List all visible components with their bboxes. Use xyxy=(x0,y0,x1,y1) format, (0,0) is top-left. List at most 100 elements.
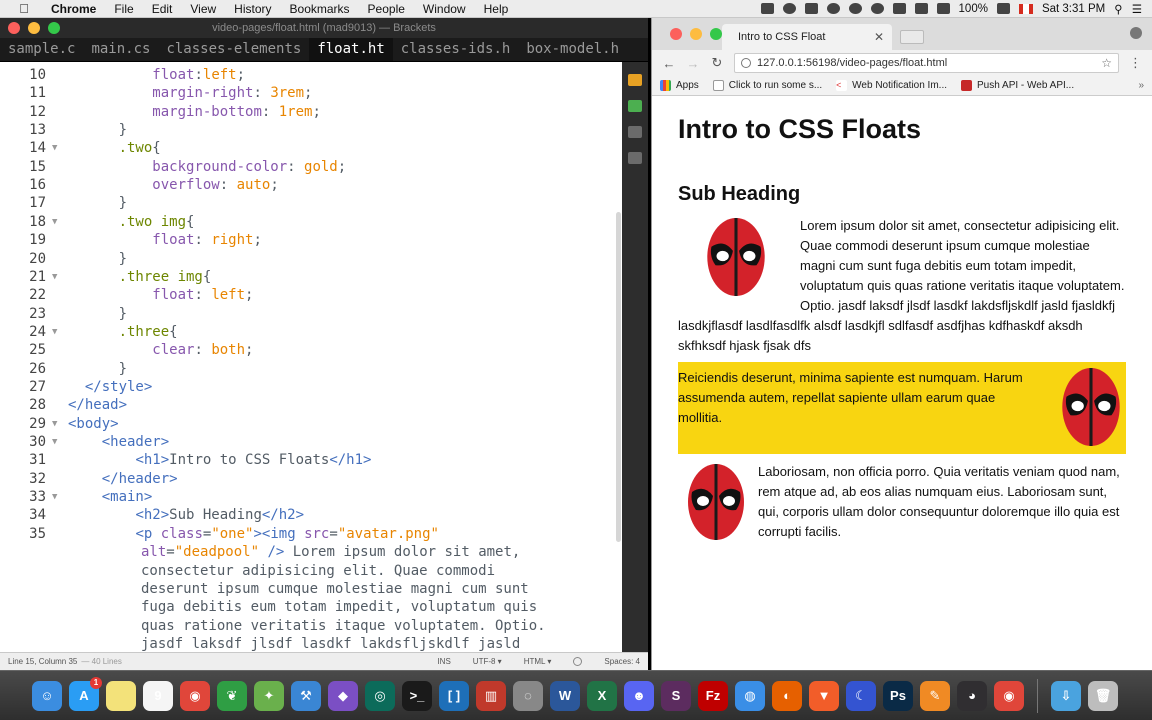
editor-tab[interactable]: main.cs xyxy=(83,38,158,61)
editor-tab[interactable]: sample.c xyxy=(0,38,83,61)
chrome-zoom-button[interactable] xyxy=(710,28,722,40)
fold-arrow-icon[interactable]: ▼ xyxy=(52,139,57,157)
chrome-minimize-button[interactable] xyxy=(690,28,702,40)
finder-status-icon[interactable] xyxy=(804,3,818,14)
git-icon[interactable] xyxy=(628,126,642,138)
indent-setting[interactable]: Spaces: 4 xyxy=(604,657,640,666)
bookmark-push-api[interactable]: Push API - Web API... xyxy=(961,80,1074,91)
code-line[interactable]: 26 } xyxy=(0,360,622,378)
back-icon[interactable]: ← xyxy=(662,56,676,71)
volume-icon[interactable] xyxy=(936,3,950,14)
code-line[interactable]: 22 float: left; xyxy=(0,286,622,304)
fold-arrow-icon[interactable]: ▼ xyxy=(52,415,57,433)
bookmarks-overflow-icon[interactable]: » xyxy=(1138,80,1144,91)
minimize-window-button[interactable] xyxy=(28,22,40,34)
language-select[interactable]: HTML ▾ xyxy=(524,657,552,666)
menu-bookmarks[interactable]: Bookmarks xyxy=(281,2,359,16)
extension-manager-icon[interactable] xyxy=(628,152,642,164)
chrome-close-button[interactable] xyxy=(670,28,682,40)
code-line[interactable]: 15 background-color: gold; xyxy=(0,158,622,176)
trash-icon[interactable]: 🗑 xyxy=(1088,680,1118,711)
safari-icon[interactable]: ◍ xyxy=(735,680,765,711)
menu-edit[interactable]: Edit xyxy=(143,2,182,16)
wrapped-code-line[interactable]: alt="deadpool" /> Lorem ipsum dolor sit … xyxy=(141,543,611,652)
photoshop-icon[interactable]: Ps xyxy=(883,680,913,711)
brackets-icon[interactable]: [ ] xyxy=(439,680,469,711)
close-window-button[interactable] xyxy=(8,22,20,34)
code-line[interactable]: 27 </style> xyxy=(0,378,622,396)
code-line[interactable]: 32 </header> xyxy=(0,470,622,488)
fold-arrow-icon[interactable]: ▼ xyxy=(52,213,57,231)
clock[interactable]: Sat 3:31 PM xyxy=(1042,3,1105,15)
code-line[interactable]: 14 ▼ .two{ xyxy=(0,139,622,157)
sequel-icon[interactable]: ◌ xyxy=(513,680,543,711)
reload-icon[interactable]: ↻ xyxy=(710,55,724,71)
sync-icon[interactable] xyxy=(782,3,796,14)
code-line[interactable]: 12 margin-bottom: 1rem; xyxy=(0,103,622,121)
extension-icon[interactable] xyxy=(628,100,642,112)
code-line[interactable]: 34 <h2>Sub Heading</h2> xyxy=(0,506,622,524)
app-store-icon[interactable]: A1 xyxy=(69,676,102,711)
code-line[interactable]: 30 ▼ <header> xyxy=(0,433,622,451)
chrome-dev-icon[interactable]: ◉ xyxy=(994,680,1024,711)
editor-tab[interactable]: classes-elements xyxy=(158,38,309,61)
insert-mode[interactable]: INS xyxy=(437,657,450,666)
books-icon[interactable]: ▥ xyxy=(476,680,506,711)
forward-icon[interactable]: → xyxy=(686,56,700,71)
terminal-icon[interactable]: >_ xyxy=(402,680,432,711)
menu-help[interactable]: Help xyxy=(475,2,518,16)
editor-tab[interactable]: classes-ids.h xyxy=(393,38,519,61)
address-bar[interactable]: 127.0.0.1:56198/video-pages/float.html ☆ xyxy=(734,53,1119,73)
site-info-icon[interactable] xyxy=(741,58,751,68)
menu-view[interactable]: View xyxy=(181,2,225,16)
slack-icon[interactable]: S xyxy=(661,680,691,711)
code-line[interactable]: 25 clear: both; xyxy=(0,341,622,359)
editor-tab[interactable]: float.ht xyxy=(309,38,393,61)
leaf-icon[interactable]: ❦ xyxy=(217,680,247,711)
fold-arrow-icon[interactable]: ▼ xyxy=(52,323,57,341)
wifi-icon[interactable] xyxy=(892,3,906,14)
profile-icon[interactable] xyxy=(1130,27,1142,39)
pen-icon[interactable]: ✎ xyxy=(920,680,950,711)
code-line[interactable]: 20 } xyxy=(0,250,622,268)
close-tab-icon[interactable]: ✕ xyxy=(874,30,884,44)
browser-tab[interactable]: Intro to CSS Float ✕ xyxy=(722,24,892,50)
discord-icon[interactable]: ☻ xyxy=(624,680,654,711)
code-line[interactable]: 19 float: right; xyxy=(0,231,622,249)
xcode-icon[interactable]: ⚒ xyxy=(291,680,321,711)
fold-arrow-icon[interactable]: ▼ xyxy=(52,433,57,451)
bookmark-web-notification[interactable]: < Web Notification Im... xyxy=(836,80,947,91)
battery-percent[interactable]: 100% xyxy=(959,3,988,15)
linter-status-icon[interactable] xyxy=(573,657,583,666)
battery-icon[interactable] xyxy=(996,3,1010,14)
sourcetree-icon[interactable]: ✦ xyxy=(254,680,284,711)
fold-arrow-icon[interactable]: ▼ xyxy=(52,488,57,506)
firefox-icon[interactable]: ◐ xyxy=(772,680,802,711)
new-tab-button[interactable] xyxy=(900,30,924,44)
brave-icon[interactable]: ▼ xyxy=(809,680,839,711)
downloads-icon[interactable]: ⇩ xyxy=(1051,680,1081,711)
notification-center-icon[interactable]: ☰ xyxy=(1132,2,1142,16)
menu-window[interactable]: Window xyxy=(414,2,475,16)
menu-people[interactable]: People xyxy=(359,2,414,16)
code-line[interactable]: 18 ▼ .two img{ xyxy=(0,213,622,231)
airplay-icon[interactable] xyxy=(914,3,928,14)
code-editor[interactable]: 10 float:left; 11 margin-right: 3rem; 12 m… xyxy=(0,62,622,652)
code-line[interactable]: 13 } xyxy=(0,121,622,139)
menu-chrome[interactable]: Chrome xyxy=(42,2,105,16)
code-line[interactable]: 28 </head> xyxy=(0,396,622,414)
code-line[interactable]: 11 margin-right: 3rem; xyxy=(0,84,622,102)
code-line[interactable]: 24 ▼ .three{ xyxy=(0,323,622,341)
screen-icon[interactable] xyxy=(760,3,774,14)
word-icon[interactable]: W xyxy=(550,680,580,711)
bookmark-run-some[interactable]: Click to run some s... xyxy=(712,80,822,91)
input-source-icon[interactable] xyxy=(1018,3,1033,14)
excel-icon[interactable]: X xyxy=(587,680,617,711)
bluetooth-icon[interactable] xyxy=(870,3,884,14)
notes-icon[interactable] xyxy=(106,680,136,711)
live-preview-icon[interactable] xyxy=(628,74,642,86)
menu-file[interactable]: File xyxy=(105,2,142,16)
code-line[interactable]: 16 overflow: auto; xyxy=(0,176,622,194)
code-line[interactable]: 33 ▼ <main> xyxy=(0,488,622,506)
github-icon[interactable]: ◆ xyxy=(328,680,358,711)
